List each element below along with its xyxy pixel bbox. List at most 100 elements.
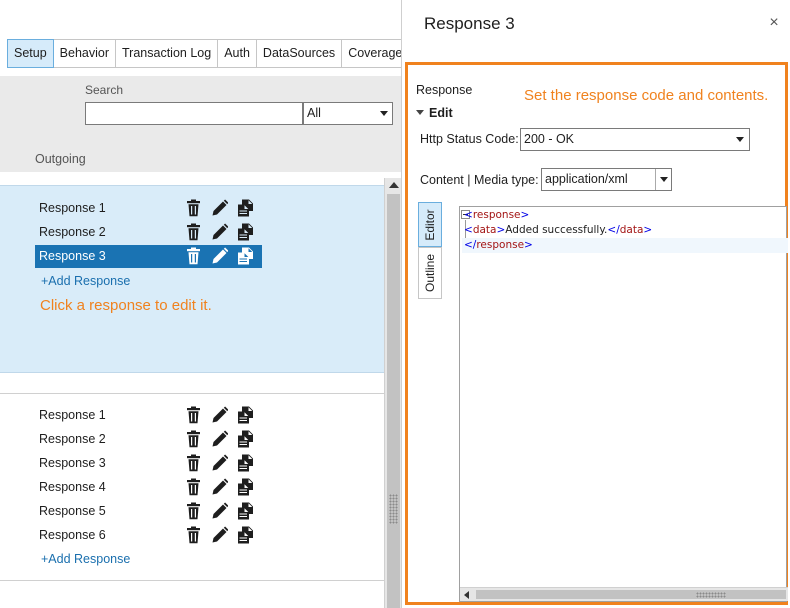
row-actions bbox=[185, 478, 254, 496]
add-response-link[interactable]: +Add Response bbox=[41, 274, 130, 288]
response-group-2: Response 1 Response 2 Response 3 Respons… bbox=[0, 393, 384, 581]
xml-tag-name: response bbox=[472, 209, 521, 221]
dropdown-button-icon[interactable] bbox=[655, 169, 671, 190]
pencil-icon[interactable] bbox=[211, 247, 228, 265]
copy-icon[interactable] bbox=[237, 454, 254, 472]
response-row-4[interactable]: Response 4 bbox=[35, 476, 262, 499]
pencil-icon[interactable] bbox=[211, 406, 228, 424]
grip-icon bbox=[389, 494, 398, 524]
row-actions bbox=[185, 502, 254, 520]
status-code-select[interactable]: 200 - OK bbox=[520, 128, 750, 151]
list-scrollbar[interactable] bbox=[384, 178, 402, 608]
tab-editor[interactable]: Editor bbox=[418, 202, 442, 247]
response-row-2[interactable]: Response 2 bbox=[35, 428, 262, 451]
trash-icon[interactable] bbox=[185, 247, 202, 265]
trash-icon[interactable] bbox=[185, 223, 202, 241]
xml-text: Added successfully. bbox=[505, 224, 608, 236]
trash-icon[interactable] bbox=[185, 526, 202, 544]
response-row-1[interactable]: Response 1 bbox=[35, 197, 262, 220]
scroll-left-arrow-icon[interactable] bbox=[464, 591, 469, 599]
row-actions bbox=[185, 526, 254, 544]
pencil-icon[interactable] bbox=[211, 430, 228, 448]
tab-outline[interactable]: Outline bbox=[418, 247, 442, 299]
status-code-label: Http Status Code: bbox=[420, 132, 519, 146]
grip-icon bbox=[696, 592, 726, 598]
scroll-thumb[interactable] bbox=[476, 590, 786, 599]
scroll-thumb[interactable] bbox=[387, 194, 400, 608]
tab-setup[interactable]: Setup bbox=[7, 39, 54, 68]
xml-tag-name: response bbox=[476, 239, 525, 251]
hint-set-response: Set the response code and contents. bbox=[524, 87, 769, 104]
copy-icon[interactable] bbox=[237, 502, 254, 520]
status-code-value: 200 - OK bbox=[524, 132, 575, 146]
response-row-6[interactable]: Response 6 bbox=[35, 524, 262, 547]
trash-icon[interactable] bbox=[185, 199, 202, 217]
panel-title: Response 3 bbox=[424, 14, 515, 33]
copy-icon[interactable] bbox=[237, 478, 254, 496]
pencil-icon[interactable] bbox=[211, 478, 228, 496]
pencil-icon[interactable] bbox=[211, 223, 228, 241]
close-button[interactable]: × bbox=[766, 14, 782, 32]
editor-horizontal-scrollbar[interactable] bbox=[460, 587, 788, 601]
row-actions bbox=[185, 247, 254, 265]
trash-icon[interactable] bbox=[185, 454, 202, 472]
response-label: Response 2 bbox=[39, 225, 106, 239]
tab-auth[interactable]: Auth bbox=[218, 40, 257, 67]
response-label: Response 1 bbox=[39, 408, 106, 422]
tab-transaction-log[interactable]: Transaction Log bbox=[116, 40, 219, 67]
row-actions bbox=[185, 406, 254, 424]
pencil-icon[interactable] bbox=[211, 454, 228, 472]
response-section-label: Response bbox=[416, 83, 473, 97]
code-line-3: </response> bbox=[462, 238, 788, 253]
trash-icon[interactable] bbox=[185, 406, 202, 424]
copy-icon[interactable] bbox=[237, 526, 254, 544]
code-editor[interactable]: <response> <data>Added successfully.</da… bbox=[459, 206, 788, 602]
copy-icon[interactable] bbox=[237, 199, 254, 217]
response-row-3[interactable]: Response 3 bbox=[35, 452, 262, 475]
response-label: Response 3 bbox=[39, 456, 106, 470]
edit-expander[interactable]: Edit bbox=[416, 106, 453, 120]
media-type-select[interactable]: application/xml bbox=[541, 168, 672, 191]
response-label: Response 6 bbox=[39, 528, 106, 542]
search-input[interactable] bbox=[85, 102, 303, 125]
filter-select[interactable]: All bbox=[303, 102, 393, 125]
copy-icon[interactable] bbox=[237, 430, 254, 448]
collapse-triangle-icon bbox=[416, 110, 424, 116]
chevron-down-icon bbox=[380, 111, 388, 116]
pencil-icon[interactable] bbox=[211, 502, 228, 520]
close-icon: × bbox=[769, 14, 779, 31]
add-response-link[interactable]: +Add Response bbox=[41, 552, 130, 566]
left-pane: Setup Behavior Transaction Log Auth Data… bbox=[0, 0, 410, 608]
pencil-icon[interactable] bbox=[211, 526, 228, 544]
response-list-area: Response 1 Response 2 Response 3 +Add Re… bbox=[0, 178, 384, 608]
response-group-1: Response 1 Response 2 Response 3 +Add Re… bbox=[0, 185, 384, 373]
response-label: Response 4 bbox=[39, 480, 106, 494]
tab-coverage[interactable]: Coverage bbox=[342, 40, 409, 67]
code-line-2: <data>Added successfully.</data> bbox=[464, 224, 653, 236]
filter-area: Search All Outgoing bbox=[0, 76, 402, 172]
scroll-up-arrow-icon[interactable] bbox=[389, 182, 399, 188]
response-row-2[interactable]: Response 2 bbox=[35, 221, 262, 244]
response-row-3-selected[interactable]: Response 3 bbox=[35, 245, 262, 268]
response-row-5[interactable]: Response 5 bbox=[35, 500, 262, 523]
trash-icon[interactable] bbox=[185, 430, 202, 448]
response-editor-panel: Response 3 × Response Set the response c… bbox=[402, 0, 790, 608]
copy-icon[interactable] bbox=[237, 223, 254, 241]
section-label-outgoing: Outgoing bbox=[35, 152, 86, 166]
response-row-1[interactable]: Response 1 bbox=[35, 404, 262, 427]
copy-icon[interactable] bbox=[237, 247, 254, 265]
trash-icon[interactable] bbox=[185, 502, 202, 520]
row-actions bbox=[185, 430, 254, 448]
xml-tag-name: data bbox=[619, 224, 644, 236]
pencil-icon[interactable] bbox=[211, 199, 228, 217]
tab-behavior[interactable]: Behavior bbox=[53, 40, 117, 67]
copy-icon[interactable] bbox=[237, 406, 254, 424]
trash-icon[interactable] bbox=[185, 478, 202, 496]
filter-select-value: All bbox=[307, 106, 321, 120]
code-line-1: <response> bbox=[464, 209, 530, 221]
tab-datasources[interactable]: DataSources bbox=[256, 40, 343, 67]
search-label: Search bbox=[85, 83, 124, 97]
response-label: Response 1 bbox=[39, 201, 106, 215]
edit-label: Edit bbox=[429, 106, 453, 120]
tab-bar: Setup Behavior Transaction Log Auth Data… bbox=[7, 39, 410, 68]
